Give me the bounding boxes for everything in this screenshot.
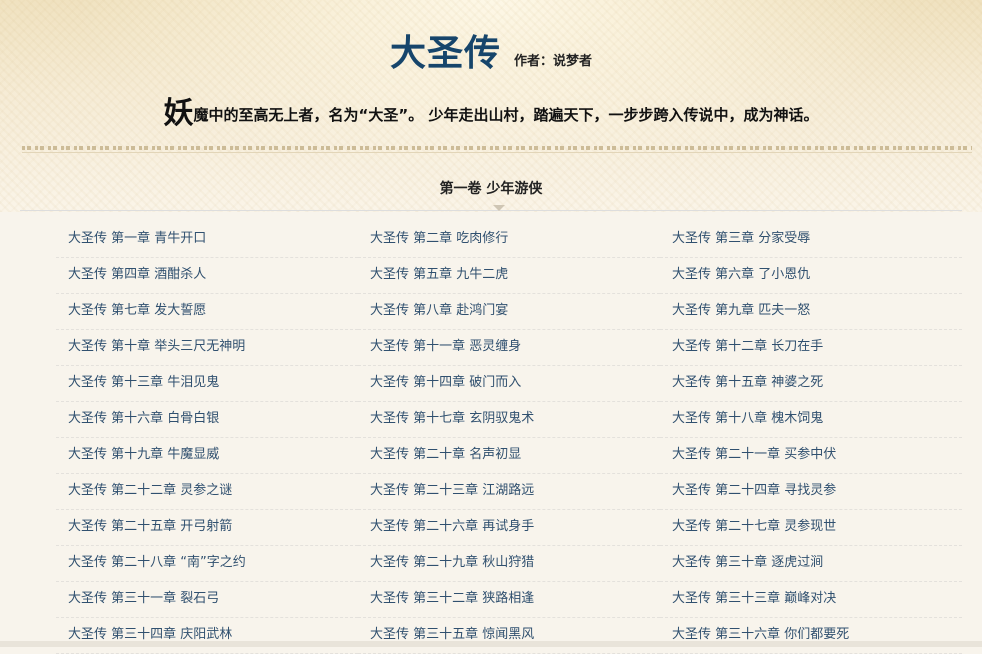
chapter-link[interactable]: 大圣传 第三十六章 你们都要死 xyxy=(660,618,962,654)
chapter-list: 大圣传 第一章 青牛开口 大圣传 第二章 吃肉修行 大圣传 第三章 分家受辱 大… xyxy=(56,222,962,654)
chapter-link[interactable]: 大圣传 第二章 吃肉修行 xyxy=(358,222,660,258)
chapter-link[interactable]: 大圣传 第二十七章 灵参现世 xyxy=(660,510,962,546)
chapter-link[interactable]: 大圣传 第九章 匹夫一怒 xyxy=(660,294,962,330)
chapter-link[interactable]: 大圣传 第二十八章 “南”字之约 xyxy=(56,546,358,582)
chapter-link[interactable]: 大圣传 第三十一章 裂石弓 xyxy=(56,582,358,618)
volume-notch-icon xyxy=(493,205,505,211)
volume-underline xyxy=(20,210,962,211)
chapter-link[interactable]: 大圣传 第十二章 长刀在手 xyxy=(660,330,962,366)
chapter-link[interactable]: 大圣传 第三十章 逐虎过涧 xyxy=(660,546,962,582)
chapter-link[interactable]: 大圣传 第三章 分家受辱 xyxy=(660,222,962,258)
bottom-scroll-edge xyxy=(0,641,982,647)
chapter-link[interactable]: 大圣传 第十七章 玄阴驭鬼术 xyxy=(358,402,660,438)
chapter-link[interactable]: 大圣传 第七章 发大誓愿 xyxy=(56,294,358,330)
intro-dropcap: 妖 xyxy=(163,96,194,131)
chapter-link[interactable]: 大圣传 第一章 青牛开口 xyxy=(56,222,358,258)
chapter-link[interactable]: 大圣传 第十四章 破门而入 xyxy=(358,366,660,402)
chapter-link[interactable]: 大圣传 第五章 九牛二虎 xyxy=(358,258,660,294)
title-row: 大圣传 作者：说梦者 xyxy=(0,24,982,76)
chapter-link[interactable]: 大圣传 第十八章 槐木饲鬼 xyxy=(660,402,962,438)
ornament-divider xyxy=(22,146,972,150)
chapter-link[interactable]: 大圣传 第二十二章 灵参之谜 xyxy=(56,474,358,510)
chapter-link[interactable]: 大圣传 第三十二章 狭路相逢 xyxy=(358,582,660,618)
chapter-link[interactable]: 大圣传 第二十一章 买参中伏 xyxy=(660,438,962,474)
chapter-link[interactable]: 大圣传 第三十四章 庆阳武林 xyxy=(56,618,358,654)
volume-title: 第一卷 少年游侠 xyxy=(439,181,543,197)
chapter-link[interactable]: 大圣传 第十章 举头三尺无神明 xyxy=(56,330,358,366)
book-title: 大圣传 xyxy=(389,33,501,74)
chapter-link[interactable]: 大圣传 第二十五章 开弓射箭 xyxy=(56,510,358,546)
intro-text: 魔中的至高无上者，名为“大圣”。 少年走出山村，踏遍天下，一步步跨入传说中，成为… xyxy=(193,106,819,124)
chapter-link[interactable]: 大圣传 第十九章 牛魔显威 xyxy=(56,438,358,474)
chapter-link[interactable]: 大圣传 第十五章 神婆之死 xyxy=(660,366,962,402)
chapter-link[interactable]: 大圣传 第二十六章 再试身手 xyxy=(358,510,660,546)
chapter-link[interactable]: 大圣传 第三十三章 巅峰对决 xyxy=(660,582,962,618)
chapter-link[interactable]: 大圣传 第二十章 名声初显 xyxy=(358,438,660,474)
chapter-link[interactable]: 大圣传 第六章 了小恩仇 xyxy=(660,258,962,294)
chapter-link[interactable]: 大圣传 第十三章 牛泪见鬼 xyxy=(56,366,358,402)
chapter-link[interactable]: 大圣传 第二十九章 秋山狩猎 xyxy=(358,546,660,582)
book-intro: 妖魔中的至高无上者，名为“大圣”。 少年走出山村，踏遍天下，一步步跨入传说中，成… xyxy=(0,88,982,132)
book-author: 作者：说梦者 xyxy=(514,54,593,69)
chapter-link[interactable]: 大圣传 第四章 酒酣杀人 xyxy=(56,258,358,294)
chapter-link[interactable]: 大圣传 第十一章 恶灵缠身 xyxy=(358,330,660,366)
chapter-link[interactable]: 大圣传 第三十五章 惊闻黑风 xyxy=(358,618,660,654)
divider-line xyxy=(22,152,972,153)
chapter-link[interactable]: 大圣传 第十六章 白骨白银 xyxy=(56,402,358,438)
chapter-link[interactable]: 大圣传 第八章 赴鸿门宴 xyxy=(358,294,660,330)
chapter-link[interactable]: 大圣传 第二十四章 寻找灵参 xyxy=(660,474,962,510)
chapter-link[interactable]: 大圣传 第二十三章 江湖路远 xyxy=(358,474,660,510)
